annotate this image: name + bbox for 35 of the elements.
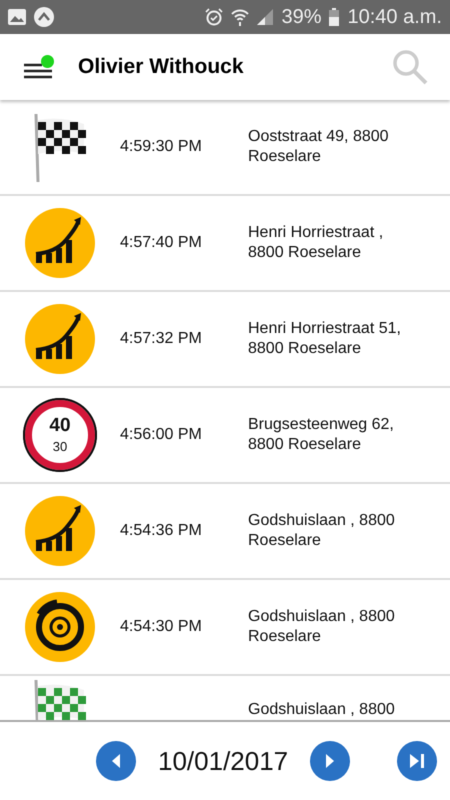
driver-name: Olivier Withouck — [78, 55, 245, 79]
menu-button[interactable] — [22, 55, 54, 79]
event-address: Henri Horriestraat , 8800 Roeselare — [248, 223, 384, 263]
caret-up-icon — [34, 7, 54, 27]
rising-chart-icon — [25, 304, 95, 374]
event-address: Henri Horriestraat 51, 8800 Roeselare — [248, 319, 402, 359]
clock: 10:40 a.m. — [347, 6, 442, 28]
event-address: Godshuislaan , 8800 Roeselare — [248, 511, 396, 551]
checkered-flag-icon — [34, 112, 86, 182]
event-time: 4:57:32 PM — [120, 330, 202, 347]
measured-speed: 30 — [52, 439, 68, 454]
event-address: Godshuislaan , 8800 — [248, 700, 396, 720]
event-time: 4:54:30 PM — [120, 618, 202, 635]
rising-chart-icon — [25, 208, 95, 278]
event-time: 4:54:36 PM — [120, 522, 202, 539]
wifi-icon — [231, 8, 250, 26]
alarm-icon — [205, 8, 224, 26]
signal-icon — [257, 9, 274, 25]
next-day-button[interactable] — [310, 741, 350, 781]
rising-chart-icon — [25, 496, 95, 566]
skip-to-last-button[interactable] — [397, 741, 437, 781]
battery-percent: 39% — [281, 6, 322, 28]
previous-day-button[interactable] — [96, 741, 136, 781]
event-time: 4:59:30 PM — [120, 138, 202, 155]
event-address: Brugsesteenweg 62, 8800 Roeselare — [248, 415, 395, 455]
event-time: 4:57:40 PM — [120, 234, 202, 251]
selected-date: 10/01/2017 — [158, 746, 288, 776]
event-time: 4:56:00 PM — [120, 426, 202, 443]
skip-to-end-icon — [409, 753, 425, 769]
battery-icon — [329, 8, 340, 26]
event-address: Godshuislaan , 8800 Roeselare — [248, 607, 396, 647]
event-address: Ooststraat 49, 8800 Roeselare — [248, 127, 390, 167]
brake-disc-icon — [25, 592, 95, 662]
gallery-icon — [8, 9, 26, 25]
speed-limit: 40 — [49, 416, 71, 436]
